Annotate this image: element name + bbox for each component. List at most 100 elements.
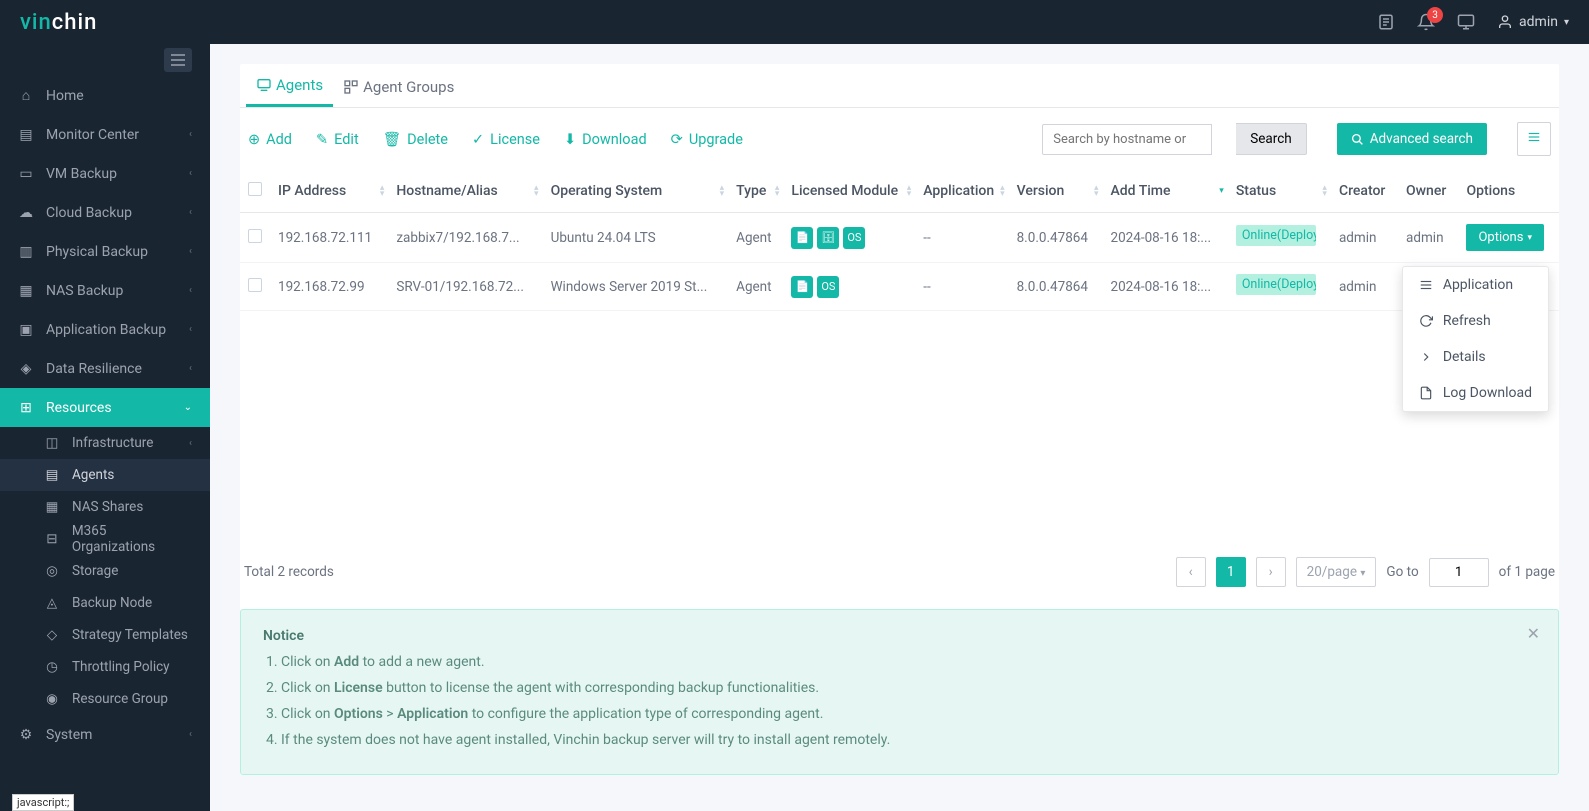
bell-icon[interactable]: 3 bbox=[1417, 13, 1435, 31]
cell-app: -- bbox=[915, 213, 1008, 263]
cell-owner: admin bbox=[1398, 213, 1458, 263]
nav-icon: ▤ bbox=[18, 127, 34, 143]
nav-icon: ◇ bbox=[44, 627, 60, 643]
cell-hostname: zabbix7/192.168.7... bbox=[388, 213, 542, 263]
sidebar-sub-nas-shares[interactable]: ▦NAS Shares bbox=[0, 491, 210, 523]
nav-icon: ⊟ bbox=[44, 531, 60, 547]
nav-icon: ⚙ bbox=[18, 727, 34, 743]
col-status[interactable]: Status▴▾ bbox=[1228, 170, 1331, 213]
advanced-search-button[interactable]: Advanced search bbox=[1337, 123, 1487, 155]
notice-panel: ✕ Notice Click on Add to add a new agent… bbox=[240, 609, 1559, 775]
sidebar-sub-agents[interactable]: ▤Agents bbox=[0, 459, 210, 491]
sidebar-item-vm-backup[interactable]: ▭VM Backup‹ bbox=[0, 154, 210, 193]
hamburger-icon[interactable] bbox=[164, 48, 192, 72]
search-button[interactable]: Search bbox=[1236, 123, 1306, 155]
sidebar-sub-m365-organizations[interactable]: ⊟M365 Organizations bbox=[0, 523, 210, 555]
cell-version: 8.0.0.47864 bbox=[1009, 213, 1103, 263]
notice-line-2: Click on License button to license the a… bbox=[281, 678, 1536, 699]
dd-refresh[interactable]: Refresh bbox=[1403, 303, 1548, 339]
table-row: 192.168.72.99 SRV-01/192.168.72... Windo… bbox=[240, 263, 1559, 311]
sidebar-item-application-backup[interactable]: ▣Application Backup‹ bbox=[0, 310, 210, 349]
col-operating-system[interactable]: Operating System▴▾ bbox=[543, 170, 729, 213]
sidebar-item-resources[interactable]: ⊞Resources⌄ bbox=[0, 388, 210, 427]
col-version[interactable]: Version▴▾ bbox=[1009, 170, 1103, 213]
dd-details[interactable]: Details bbox=[1403, 339, 1548, 375]
upgrade-button[interactable]: ⟳ Upgrade bbox=[671, 131, 743, 148]
cell-status: Online(Deploy bbox=[1228, 263, 1331, 311]
notice-line-3: Click on Options > Application to config… bbox=[281, 704, 1536, 725]
sidebar-item-home[interactable]: ⌂Home bbox=[0, 76, 210, 115]
sidebar-sub-storage[interactable]: ◎Storage bbox=[0, 555, 210, 587]
nav-icon: ▦ bbox=[44, 499, 60, 515]
cell-creator: admin bbox=[1331, 263, 1398, 311]
doc-icon[interactable] bbox=[1377, 13, 1395, 31]
close-icon[interactable]: ✕ bbox=[1527, 624, 1540, 643]
options-dropdown: Application Refresh Details Log Download bbox=[1402, 266, 1549, 412]
row-checkbox[interactable] bbox=[248, 278, 262, 292]
sidebar-item-monitor-center[interactable]: ▤Monitor Center‹ bbox=[0, 115, 210, 154]
nav-icon: ◎ bbox=[44, 563, 60, 579]
goto-label: Go to bbox=[1386, 564, 1418, 580]
col-hostname-alias[interactable]: Hostname/Alias▴▾ bbox=[388, 170, 542, 213]
nav-icon: ◬ bbox=[44, 595, 60, 611]
notice-line-4: If the system does not have agent instal… bbox=[281, 730, 1536, 751]
sidebar-item-nas-backup[interactable]: ▦NAS Backup‹ bbox=[0, 271, 210, 310]
search-input[interactable] bbox=[1042, 124, 1212, 155]
per-page-select[interactable]: 20/page ▾ bbox=[1296, 557, 1377, 587]
sidebar-sub-backup-node[interactable]: ◬Backup Node bbox=[0, 587, 210, 619]
select-all-checkbox[interactable] bbox=[248, 182, 262, 196]
app-header: vinchin 3 admin▾ bbox=[0, 0, 1589, 44]
edit-button[interactable]: ✎ Edit bbox=[316, 131, 359, 148]
options-button[interactable]: Options ▾ bbox=[1466, 224, 1544, 251]
sidebar-sub-strategy-templates[interactable]: ◇Strategy Templates bbox=[0, 619, 210, 651]
cell-app: -- bbox=[915, 263, 1008, 311]
sidebar-item-cloud-backup[interactable]: ☁Cloud Backup‹ bbox=[0, 193, 210, 232]
license-button[interactable]: ✓ License bbox=[472, 131, 540, 148]
page-prev[interactable]: ‹ bbox=[1176, 557, 1206, 587]
module-icon: OS bbox=[843, 227, 865, 249]
sidebar-sub-throttling-policy[interactable]: ◷Throttling Policy bbox=[0, 651, 210, 683]
page-next[interactable]: › bbox=[1256, 557, 1286, 587]
sidebar-sub-infrastructure[interactable]: ◫Infrastructure‹ bbox=[0, 427, 210, 459]
sidebar-sub-resource-group[interactable]: ◉Resource Group bbox=[0, 683, 210, 715]
toolbar: ⊕ Add ✎ Edit 🗑 Delete ✓ License ⬇ Downlo… bbox=[240, 108, 1559, 170]
columns-button[interactable] bbox=[1517, 122, 1551, 156]
cell-status: Online(Deploy bbox=[1228, 213, 1331, 263]
add-button[interactable]: ⊕ Add bbox=[248, 131, 292, 148]
nav-icon: ◈ bbox=[18, 361, 34, 377]
tab-agent-groups[interactable]: Agent Groups bbox=[333, 64, 464, 107]
col-ip-address[interactable]: IP Address▴▾ bbox=[270, 170, 388, 213]
cell-time: 2024-08-16 18:... bbox=[1102, 263, 1227, 311]
monitor-icon[interactable] bbox=[1457, 13, 1475, 31]
col-type[interactable]: Type▴▾ bbox=[728, 170, 783, 213]
row-checkbox[interactable] bbox=[248, 229, 262, 243]
col-options[interactable]: Options bbox=[1458, 170, 1559, 213]
col-creator[interactable]: Creator bbox=[1331, 170, 1398, 213]
cell-modules: 📄OS bbox=[783, 263, 915, 311]
delete-button[interactable]: 🗑 Delete bbox=[383, 131, 448, 148]
cell-ip: 192.168.72.111 bbox=[270, 213, 388, 263]
cell-type: Agent bbox=[728, 213, 783, 263]
dd-log-download[interactable]: Log Download bbox=[1403, 375, 1548, 411]
tab-agents[interactable]: Agents bbox=[246, 64, 333, 107]
cell-time: 2024-08-16 18:... bbox=[1102, 213, 1227, 263]
col-application[interactable]: Application▴▾ bbox=[915, 170, 1008, 213]
status-bar-text: javascript:; bbox=[12, 794, 74, 811]
download-button[interactable]: ⬇ Download bbox=[564, 131, 647, 148]
dd-application[interactable]: Application bbox=[1403, 267, 1548, 303]
sidebar-item-system[interactable]: ⚙System‹ bbox=[0, 715, 210, 754]
col-owner[interactable]: Owner bbox=[1398, 170, 1458, 213]
cell-os: Windows Server 2019 St... bbox=[543, 263, 729, 311]
goto-input[interactable] bbox=[1429, 558, 1489, 587]
module-icon: 📄 bbox=[791, 276, 813, 298]
logo: vinchin bbox=[20, 10, 97, 35]
col-add-time[interactable]: Add Time▾ bbox=[1102, 170, 1227, 213]
col-licensed-module[interactable]: Licensed Module▴▾ bbox=[783, 170, 915, 213]
sidebar-item-data-resilience[interactable]: ◈Data Resilience‹ bbox=[0, 349, 210, 388]
user-menu[interactable]: admin▾ bbox=[1497, 14, 1569, 30]
page-current[interactable]: 1 bbox=[1216, 557, 1246, 587]
cell-options: Options ▾ bbox=[1458, 213, 1559, 263]
cell-type: Agent bbox=[728, 263, 783, 311]
sidebar-item-physical-backup[interactable]: ▥Physical Backup‹ bbox=[0, 232, 210, 271]
nav-icon: ◷ bbox=[44, 659, 60, 675]
